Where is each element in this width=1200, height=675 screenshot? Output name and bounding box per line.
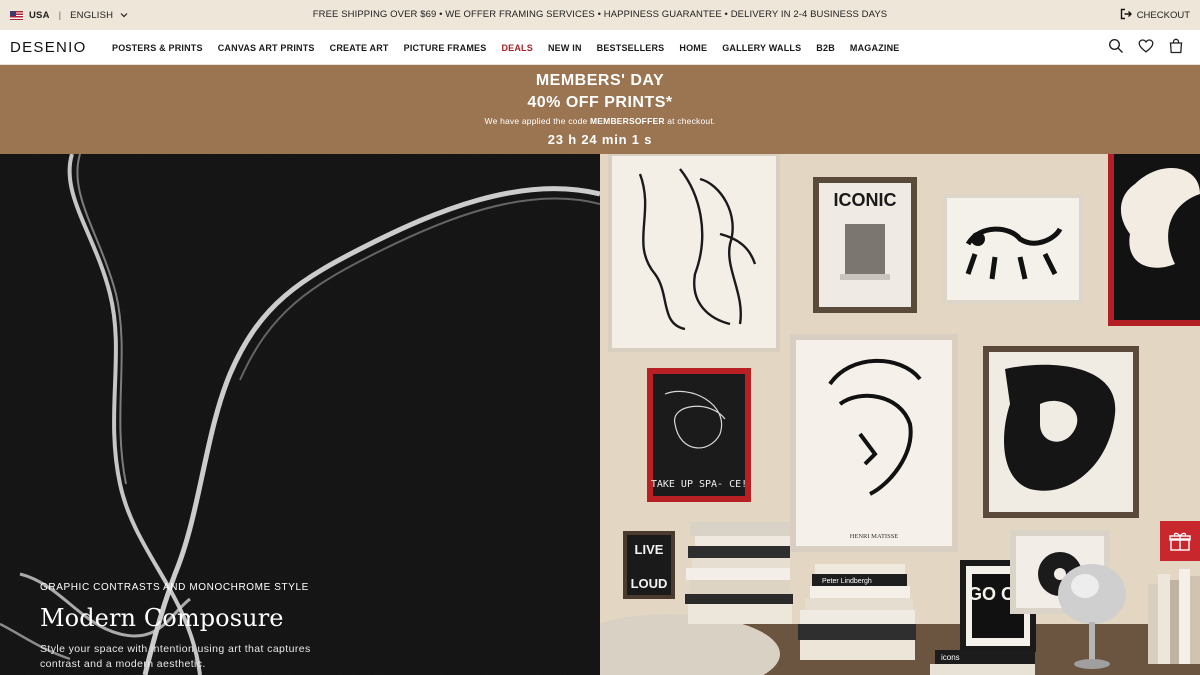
- nav-item-deals[interactable]: DEALS: [501, 43, 533, 53]
- frame-creature-print: [943, 194, 1083, 304]
- icons-book: icons: [930, 650, 1035, 675]
- nav-item-bestsellers[interactable]: BESTSELLERS: [597, 43, 665, 53]
- hero-kicker: GRAPHIC CONTRASTS AND MONOCHROME STYLE: [40, 582, 309, 593]
- frame-flower-print: [983, 346, 1139, 518]
- hero-description: Style your space with intention using ar…: [40, 643, 311, 670]
- exit-icon: [1120, 8, 1132, 23]
- hero-left-panel[interactable]: GRAPHIC CONTRASTS AND MONOCHROME STYLE M…: [0, 154, 600, 675]
- checkout-link[interactable]: CHECKOUT: [1120, 0, 1190, 30]
- frame-live-loud-print: LIVE LOUD: [623, 531, 675, 599]
- takeup-label: TAKE UP SPA- CE!: [651, 479, 747, 490]
- promo-code: MEMBERSOFFER: [590, 116, 665, 126]
- frame-takeup-space-print: TAKE UP SPA- CE!: [647, 368, 751, 502]
- gift-tab-button[interactable]: [1160, 521, 1200, 561]
- frame-matisse-print: HENRI MATISSE: [790, 334, 958, 552]
- nav-item-picture-frames[interactable]: PICTURE FRAMES: [404, 43, 487, 53]
- banner-note: We have applied the code MEMBERSOFFER at…: [0, 116, 1200, 126]
- top-bar: USA | ENGLISH FREE SHIPPING OVER $69 • W…: [0, 0, 1200, 30]
- search-icon[interactable]: [1108, 38, 1124, 54]
- hero-right-panel[interactable]: ICONIC TAKE UP SPA- CE! HENRI MATISSE LI…: [600, 154, 1200, 675]
- frame-red-abstract: [1108, 154, 1200, 326]
- checkout-label: CHECKOUT: [1136, 9, 1190, 21]
- banner-note-pre: We have applied the code: [484, 116, 588, 126]
- banner-offer: 40% OFF PRINTS*: [527, 94, 673, 111]
- nav-item-canvas-art-prints[interactable]: CANVAS ART PRINTS: [218, 43, 315, 53]
- nav-item-b2b[interactable]: B2B: [816, 43, 835, 53]
- frame-figures-print: [608, 154, 780, 352]
- members-day-banner[interactable]: MEMBERS' DAY 40% OFF PRINTS* We have app…: [0, 65, 1200, 154]
- nav-item-posters-prints[interactable]: POSTERS & PRINTS: [112, 43, 203, 53]
- gallery-wall-image: ICONIC TAKE UP SPA- CE! HENRI MATISSE LI…: [600, 154, 1200, 675]
- nav-item-home[interactable]: HOME: [679, 43, 707, 53]
- logo[interactable]: DESENIO: [10, 39, 87, 56]
- main-nav: DESENIO POSTERS & PRINTS CANVAS ART PRIN…: [0, 30, 1200, 65]
- loud-label: LOUD: [631, 576, 668, 591]
- banner-title: MEMBERS' DAY: [535, 72, 665, 89]
- iconic-label: ICONIC: [834, 190, 897, 210]
- gift-icon: [1169, 532, 1191, 551]
- icons-label: icons: [941, 653, 960, 662]
- hero-title[interactable]: Modern Composure: [40, 604, 330, 632]
- nav-menu: POSTERS & PRINTS CANVAS ART PRINTS CREAT…: [112, 30, 915, 65]
- nav-item-new-in[interactable]: NEW IN: [548, 43, 582, 53]
- nav-item-gallery-walls[interactable]: GALLERY WALLS: [722, 43, 801, 53]
- heart-icon[interactable]: [1138, 38, 1154, 54]
- nav-icons: [1108, 38, 1184, 54]
- book-stack-middle: Peter Lindbergh: [798, 564, 916, 660]
- frame-iconic-print: ICONIC: [813, 177, 917, 313]
- book-label: Peter Lindbergh: [822, 578, 872, 585]
- banner-note-post: at checkout.: [667, 116, 716, 126]
- book-stack-left: [685, 522, 793, 624]
- countdown-timer: 23 h 24 min 1 s: [547, 132, 653, 147]
- bag-icon[interactable]: [1168, 38, 1184, 54]
- nav-item-create-art[interactable]: CREATE ART: [330, 43, 389, 53]
- promo-text: FREE SHIPPING OVER $69 • WE OFFER FRAMIN…: [312, 9, 888, 20]
- hero-text: GRAPHIC CONTRASTS AND MONOCHROME STYLE M…: [40, 582, 330, 672]
- live-label: LIVE: [635, 542, 664, 557]
- nav-item-magazine[interactable]: MAGAZINE: [850, 43, 900, 53]
- matisse-caption: HENRI MATISSE: [850, 533, 899, 540]
